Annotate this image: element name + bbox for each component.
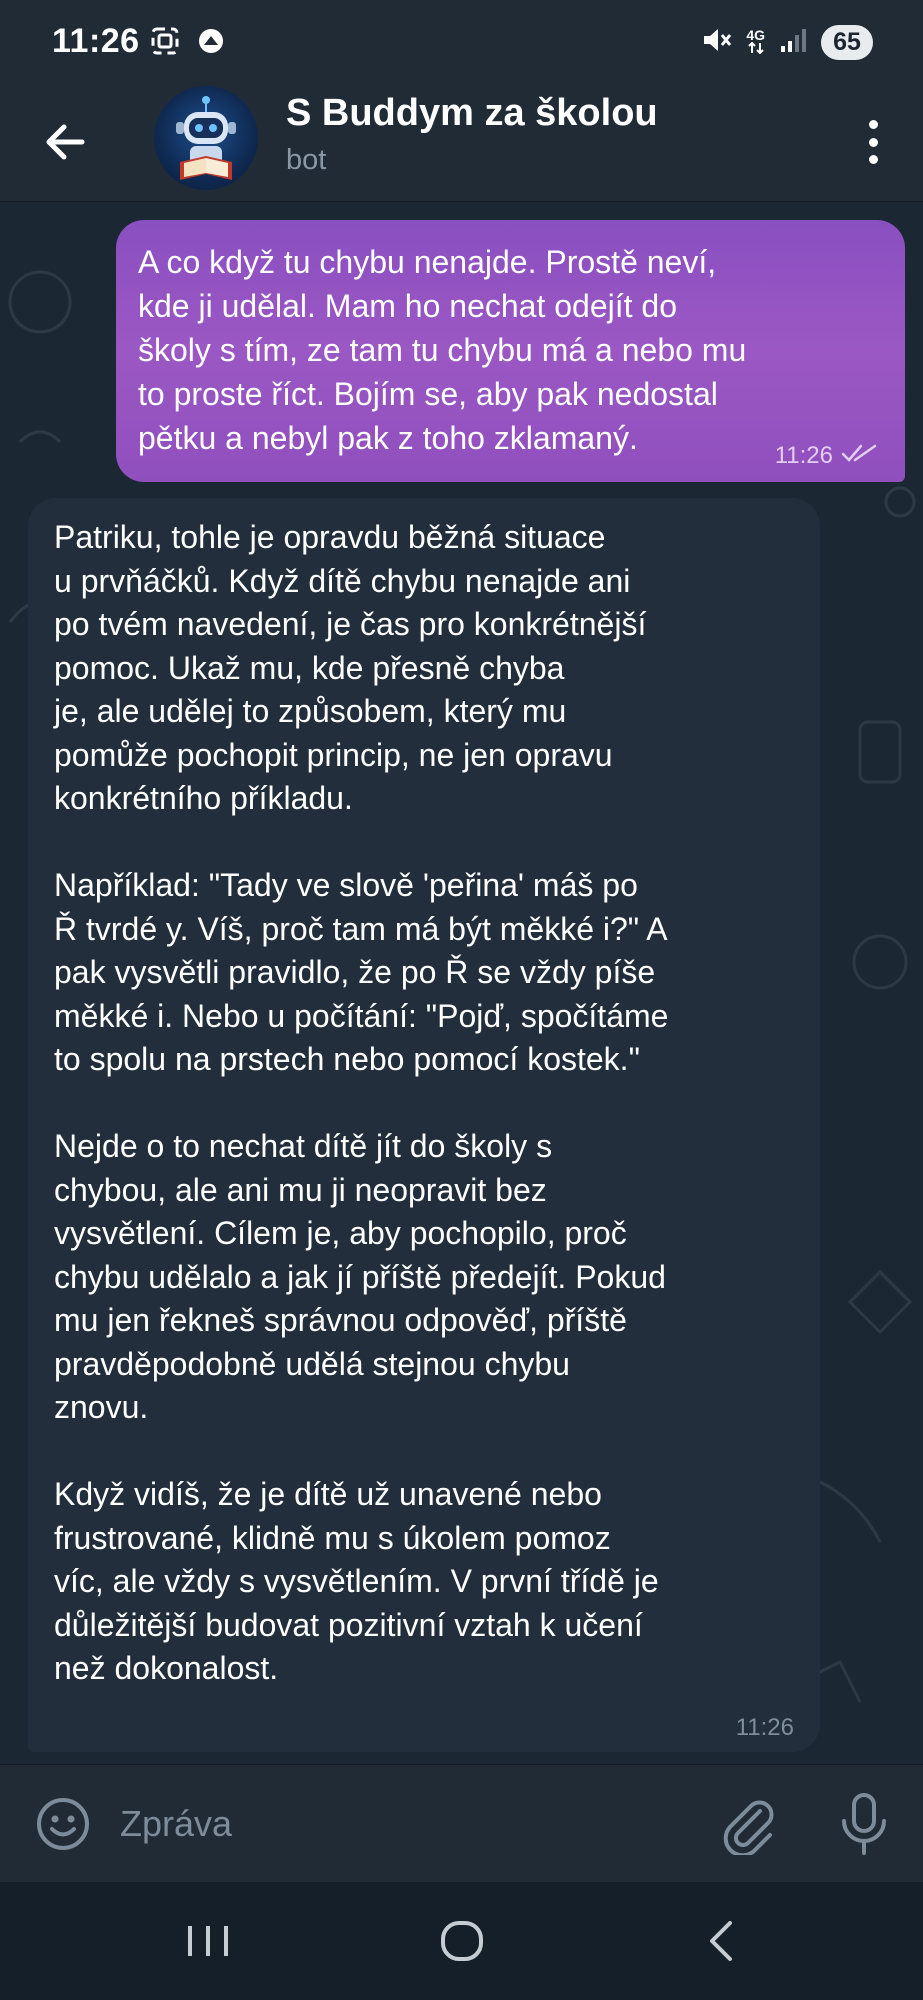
message-text: Patriku, tohle je opravdu běžná situace … — [54, 519, 669, 1686]
chat-area[interactable]: A co když tu chybu nenajde. Prostě neví,… — [0, 202, 923, 1764]
bot-avatar[interactable] — [154, 86, 258, 190]
chat-header: S Buddym za školou bot — [0, 86, 923, 202]
back-icon[interactable] — [692, 1916, 752, 1966]
back-arrow-icon[interactable] — [38, 114, 94, 170]
battery-icon: 65 — [821, 25, 873, 60]
read-checkmarks-icon — [841, 442, 877, 470]
message-time: 11:26 — [735, 1714, 794, 1741]
message-text: A co když tu chybu nenajde. Prostě neví,… — [138, 244, 747, 456]
status-time: 11:26 — [52, 22, 140, 60]
message-time: 11:26 — [774, 442, 833, 469]
status-bar: 11:26 4G 65 — [0, 0, 923, 86]
emoji-icon[interactable] — [34, 1795, 92, 1853]
signal-icon — [779, 26, 807, 59]
outgoing-message[interactable]: A co když tu chybu nenajde. Prostě neví,… — [116, 220, 905, 482]
network-label: 4G — [746, 27, 765, 43]
microphone-icon[interactable] — [838, 1791, 890, 1857]
attach-icon[interactable] — [718, 1793, 778, 1858]
message-input[interactable] — [120, 1789, 680, 1859]
recent-apps-icon[interactable] — [178, 1916, 238, 1966]
system-nav-bar — [0, 1882, 923, 2000]
more-vertical-icon[interactable] — [863, 114, 883, 170]
home-icon[interactable] — [432, 1916, 492, 1966]
screenshot-icon — [150, 26, 180, 61]
message-composer — [0, 1764, 923, 1882]
incoming-message[interactable]: Patriku, tohle je opravdu běžná situace … — [28, 498, 820, 1752]
mute-icon — [700, 24, 732, 61]
chat-subtitle: bot — [286, 144, 327, 176]
chat-title[interactable]: S Buddym za školou — [286, 92, 658, 135]
app-notification-icon — [196, 26, 226, 61]
network-4g-icon: 4G — [746, 27, 765, 56]
